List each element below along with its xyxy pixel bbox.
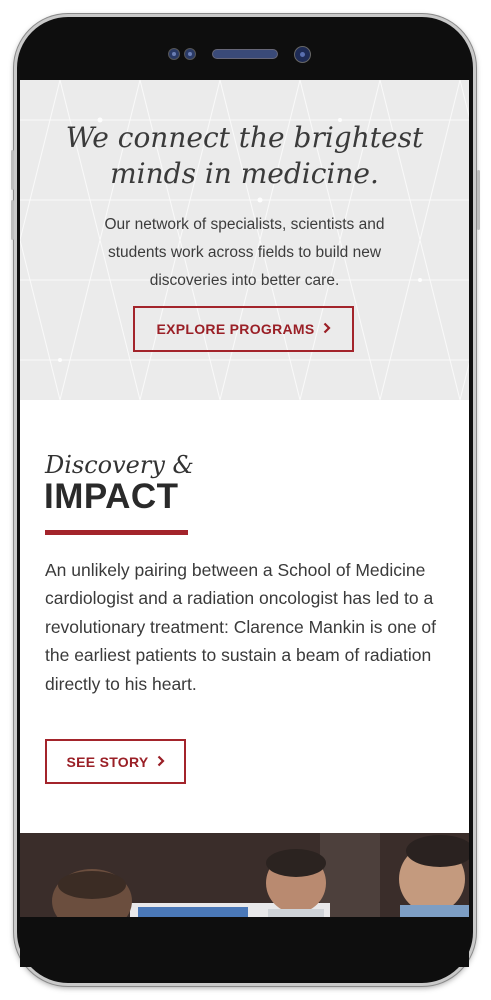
see-story-label: SEE STORY <box>66 753 149 770</box>
explore-programs-label: EXPLORE PROGRAMS <box>156 321 315 337</box>
story-summary: An unlikely pairing between a School of … <box>45 560 437 694</box>
power-button <box>477 170 480 230</box>
story-photo <box>20 833 469 917</box>
section-script-heading: Discovery & <box>45 451 194 479</box>
hero-title: We connect the brightest minds in medici… <box>20 120 469 192</box>
volume-button <box>11 150 14 190</box>
hero-banner: We connect the brightest minds in medici… <box>20 80 469 400</box>
hero-description: Our network of specialists, scientists a… <box>104 216 385 289</box>
explore-programs-button[interactable]: EXPLORE PROGRAMS <box>133 306 354 352</box>
see-story-button[interactable]: SEE STORY <box>45 739 186 784</box>
hero-title-line: minds in medicine. <box>110 157 379 190</box>
heading-underline <box>45 530 188 535</box>
front-sensors <box>0 44 491 64</box>
earpiece-speaker <box>212 49 278 59</box>
phone-screen: We connect the brightest minds in medici… <box>20 80 469 917</box>
chevron-right-icon <box>157 754 165 770</box>
story-photo-illustration <box>20 833 469 917</box>
phone-bottom-bezel <box>20 917 469 967</box>
front-sensor-icon <box>168 48 180 60</box>
front-camera-icon <box>294 46 311 63</box>
volume-button <box>11 200 14 240</box>
section-bold-heading: IMPACT <box>44 477 179 516</box>
discovery-impact-section: Discovery & IMPACT An unlikely pairing b… <box>20 400 469 833</box>
front-sensor-icon <box>184 48 196 60</box>
chevron-right-icon <box>323 321 331 337</box>
hero-title-line: We connect the brightest <box>65 121 424 154</box>
